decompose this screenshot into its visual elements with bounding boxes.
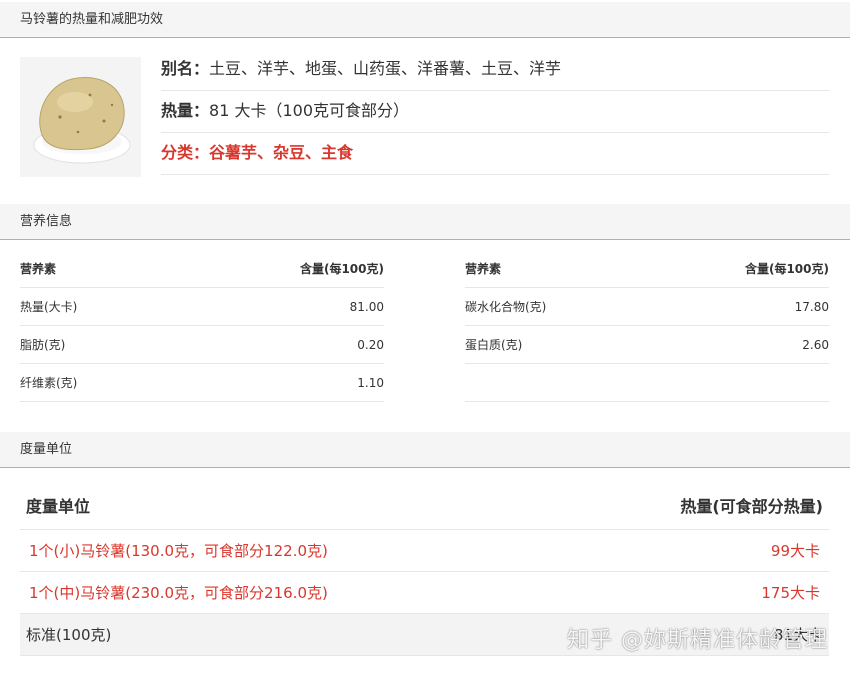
potato-icon — [33, 77, 131, 164]
units-col-value: 热量(可食部分热量) — [680, 497, 823, 516]
alias-value: 土豆、洋芋、地蛋、山药蛋、洋番薯、土豆、洋芋 — [209, 59, 562, 78]
col-value-label: 含量(每100克) — [299, 262, 384, 276]
alias-label: 别名： — [161, 59, 210, 78]
page-title-bar: 马铃薯的热量和减肥功效 — [0, 2, 850, 38]
units-section-title: 度量单位 — [20, 442, 73, 457]
col-value-label: 含量(每100克) — [744, 262, 829, 276]
nutrition-header-left: 营养素 含量(每100克) — [20, 250, 384, 288]
nutrient-name: 热量(大卡) — [20, 300, 78, 314]
unit-value: 99大卡 — [770, 542, 820, 560]
unit-value: 175大卡 — [761, 584, 820, 602]
unit-name: 标准(100克) — [26, 626, 112, 644]
table-row[interactable]: 1个(小)马铃薯(130.0克，可食部分122.0克) 99大卡 — [20, 530, 829, 572]
unit-name: 1个(小)马铃薯(130.0克，可食部分122.0克) — [29, 542, 328, 560]
nutrient-name: 脂肪(克) — [20, 338, 66, 352]
nutrient-value: 0.20 — [357, 338, 384, 352]
nutrient-name: 纤维素(克) — [20, 376, 78, 390]
table-row: 碳水化合物(克) 17.80 — [465, 288, 829, 326]
nutrition-header-right: 营养素 含量(每100克) — [465, 250, 829, 288]
nutrition-section-title: 营养信息 — [20, 214, 73, 229]
nutrient-value: 17.80 — [794, 300, 829, 314]
calorie-value: 81 大卡（100克可食部分） — [209, 101, 410, 120]
page-title: 马铃薯的热量和减肥功效 — [20, 12, 164, 27]
table-row: 热量(大卡) 81.00 — [20, 288, 384, 326]
table-row: 蛋白质(克) 2.60 — [465, 326, 829, 364]
units-header-row: 度量单位 热量(可食部分热量) — [20, 484, 829, 530]
calorie-label: 热量： — [161, 101, 210, 120]
col-name-label: 营养素 — [465, 262, 502, 276]
table-row[interactable]: 1个(中)马铃薯(230.0克，可食部分216.0克) 175大卡 — [20, 572, 829, 614]
alias-row: 别名：土豆、洋芋、地蛋、山药蛋、洋番薯、土豆、洋芋 — [161, 49, 829, 91]
calorie-row: 热量：81 大卡（100克可食部分） — [161, 91, 829, 133]
category-label: 分类： — [161, 143, 210, 162]
nutrient-value: 1.10 — [357, 376, 384, 390]
potato-image — [20, 57, 141, 177]
nutrient-name: 蛋白质(克) — [465, 338, 523, 352]
unit-name: 1个(中)马铃薯(230.0克，可食部分216.0克) — [29, 584, 328, 602]
units-col-name: 度量单位 — [26, 497, 91, 516]
category-value[interactable]: 谷薯芋、杂豆、主食 — [209, 143, 353, 162]
category-row: 分类：谷薯芋、杂豆、主食 — [161, 133, 829, 175]
watermark: 知乎 @妳斯精准体龄管理 — [567, 628, 828, 653]
table-row-empty — [465, 364, 829, 402]
col-name-label: 营养素 — [20, 262, 57, 276]
table-row: 脂肪(克) 0.20 — [20, 326, 384, 364]
units-section-head: 度量单位 — [0, 432, 850, 468]
nutrition-section-head: 营养信息 — [0, 204, 850, 240]
nutrient-name: 碳水化合物(克) — [465, 300, 547, 314]
nutrient-value: 2.60 — [802, 338, 829, 352]
table-row: 纤维素(克) 1.10 — [20, 364, 384, 402]
nutrient-value: 81.00 — [349, 300, 384, 314]
